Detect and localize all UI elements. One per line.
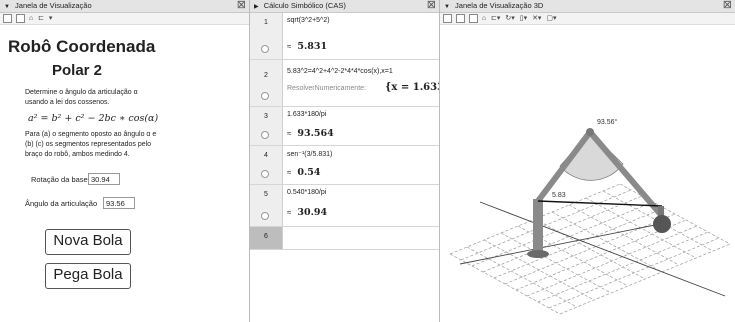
visibility-toggle-icon[interactable] [261,45,269,53]
expand-triangle-icon[interactable]: ▶ [254,4,259,10]
approx-symbol: ≈ [287,208,292,217]
cas-output-value: 0.54 [297,167,321,178]
collapse-triangle-icon[interactable]: ▼ [444,4,450,10]
close-icon[interactable]: ⊠ [723,0,732,11]
cas-output-value: 30.94 [297,207,328,218]
elbow-joint [586,128,594,136]
cas-row-number-cell: 4 [250,146,283,184]
grid-line [548,237,720,309]
joint-angle-label: Ângulo da articulação [25,199,98,208]
home-icon[interactable]: ⌂ [482,13,486,24]
cas-row-number: 2 [264,72,268,79]
cas-output-value: 93.564 [297,128,334,139]
grid-toggle-icon[interactable] [15,13,25,23]
visibility-toggle-icon[interactable] [261,170,269,178]
cas-output-value: 5.831 [297,41,328,52]
graphics-view-titlebar: ▼ Janela de Visualização ⊠ [0,0,249,13]
axes-toggle-icon[interactable] [443,13,452,23]
visibility-toggle-icon[interactable] [261,212,269,220]
dropdown-arrow-icon[interactable]: ▾ [49,13,53,24]
cas-output: ≈30.94 [287,207,327,218]
cas-row-number: 1 [264,19,268,26]
cas-row[interactable]: 3 1.633*180/pi ≈93.564 [250,107,439,146]
home-icon[interactable]: ⌂ [29,13,33,24]
3d-canvas[interactable]: 93.56° 5.83 [440,24,735,322]
3d-scene[interactable]: 93.56° 5.83 [440,24,735,322]
graphics-3d-title: Janela de Visualização 3D [455,1,544,10]
cas-output: ≈5.831 [287,41,327,52]
close-icon[interactable]: ⊠ [237,0,246,11]
axes-toggle-icon[interactable] [3,13,12,23]
robot-base-column [533,199,543,254]
base-rotation-label: Rotação da base [31,175,88,184]
cas-row-number-cell: 3 [250,107,283,145]
instruction-text-2: Para (a) o segmento oposto ao ângulo α e… [25,130,190,160]
cas-row-number: 6 [264,233,268,240]
cas-row[interactable]: 4 sen⁻¹(3/5.831) ≈0.54 [250,146,439,185]
visibility-toggle-icon[interactable] [261,92,269,100]
cas-row[interactable]: 6 [250,227,439,250]
cas-row-number: 3 [264,113,268,120]
instruction-line: (b) (c) os segmentos representados pelo [25,141,152,148]
plane-toggle-icon[interactable] [468,13,478,23]
point-capture-icon[interactable]: ⊏ [38,13,44,24]
point-capture-icon[interactable]: ⊏▾ [491,13,500,24]
axes-style-icon[interactable]: ✕▾ [532,13,541,24]
cas-row[interactable]: 2 5.83^2=4^2+4^2-2*4*4*cos(x),x=1 Resolv… [250,60,439,107]
page-title: Robô Coordenada [8,37,156,56]
robot-base [527,250,549,258]
cas-row[interactable]: 1 sqrt(3^2+5^2) ≈5.831 [250,13,439,60]
cas-command-label: ResolverNumericamente: [287,85,366,92]
rotate-icon[interactable]: ↻▾ [505,13,514,24]
cas-input[interactable]: 5.83^2=4^2+4^2-2*4*4*cos(x),x=1 [287,68,393,75]
visibility-toggle-icon[interactable] [261,131,269,139]
instruction-text-1: Determine o ângulo da articulação α usan… [25,88,190,108]
graphics-view-toolbar: ⌂ ⊏ ▾ [0,13,249,25]
close-icon[interactable]: ⊠ [427,0,436,11]
cas-output: ≈0.54 [287,167,321,178]
cas-input[interactable]: sqrt(3^2+5^2) [287,17,330,24]
x-axis [479,201,726,297]
instruction-line: usando a lei dos cossenos. [25,99,110,106]
view-direction-icon[interactable]: ▯▾ [520,13,527,24]
cas-row-number-cell: 5 [250,185,283,226]
cas-input[interactable]: 1.633*180/pi [287,111,326,118]
pick-ball-button[interactable]: Pega Bola [45,263,131,289]
cas-input[interactable]: 0.540*180/pi [287,189,326,196]
ball [653,215,671,233]
instruction-line: braço do robô, ambos medindo 4. [25,151,130,158]
cas-row[interactable]: 5 0.540*180/pi ≈30.94 [250,185,439,227]
approx-symbol: ≈ [287,129,292,138]
law-of-cosines-formula: a² = b² + c² − 2bc ∗ cos(α) [28,113,159,124]
cas-panel: ▶ Cálculo Simbólico (CAS) ⊠ 1 sqrt(3^2+5… [250,0,440,322]
cas-title: Cálculo Simbólico (CAS) [263,1,346,10]
projection-icon[interactable]: ▢▾ [546,13,556,24]
page-subtitle: Polar 2 [52,62,103,79]
cas-row-number: 5 [264,191,268,198]
base-rotation-input[interactable]: 30.94 [88,173,120,185]
new-ball-button[interactable]: Nova Bola [45,229,131,255]
cas-output: ≈93.564 [287,128,334,139]
collapse-triangle-icon[interactable]: ▼ [4,4,10,10]
cas-row-number-cell: 1 [250,13,283,59]
cas-input[interactable]: sen⁻¹(3/5.831) [287,150,332,158]
approx-symbol: ≈ [287,42,292,51]
graphics-3d-titlebar: ▼ Janela de Visualização 3D ⊠ [440,0,735,13]
length-label: 5.83 [552,192,566,199]
angle-label: 93.56° [597,118,618,126]
graphics-3d-panel: ▼ Janela de Visualização 3D ⊠ ⌂ ⊏▾ ↻▾ ▯▾… [440,0,735,322]
cas-output-value: {x = 1.633} [385,82,439,93]
graphics-view-panel: ▼ Janela de Visualização ⊠ ⌂ ⊏ ▾ Robô Co… [0,0,250,322]
cas-row-number-cell: 2 [250,60,283,106]
cas-row-number-cell: 6 [250,227,283,249]
instruction-line: Para (a) o segmento oposto ao ângulo α e [25,131,157,138]
cas-titlebar: ▶ Cálculo Simbólico (CAS) ⊠ [250,0,439,13]
instruction-line: Determine o ângulo da articulação α [25,89,138,96]
approx-symbol: ≈ [287,168,292,177]
cas-row-number: 4 [264,152,268,159]
graphics-view-title: Janela de Visualização [15,1,92,10]
grid-toggle-icon[interactable] [455,13,465,23]
joint-angle-input[interactable]: 93.56 [103,197,135,209]
